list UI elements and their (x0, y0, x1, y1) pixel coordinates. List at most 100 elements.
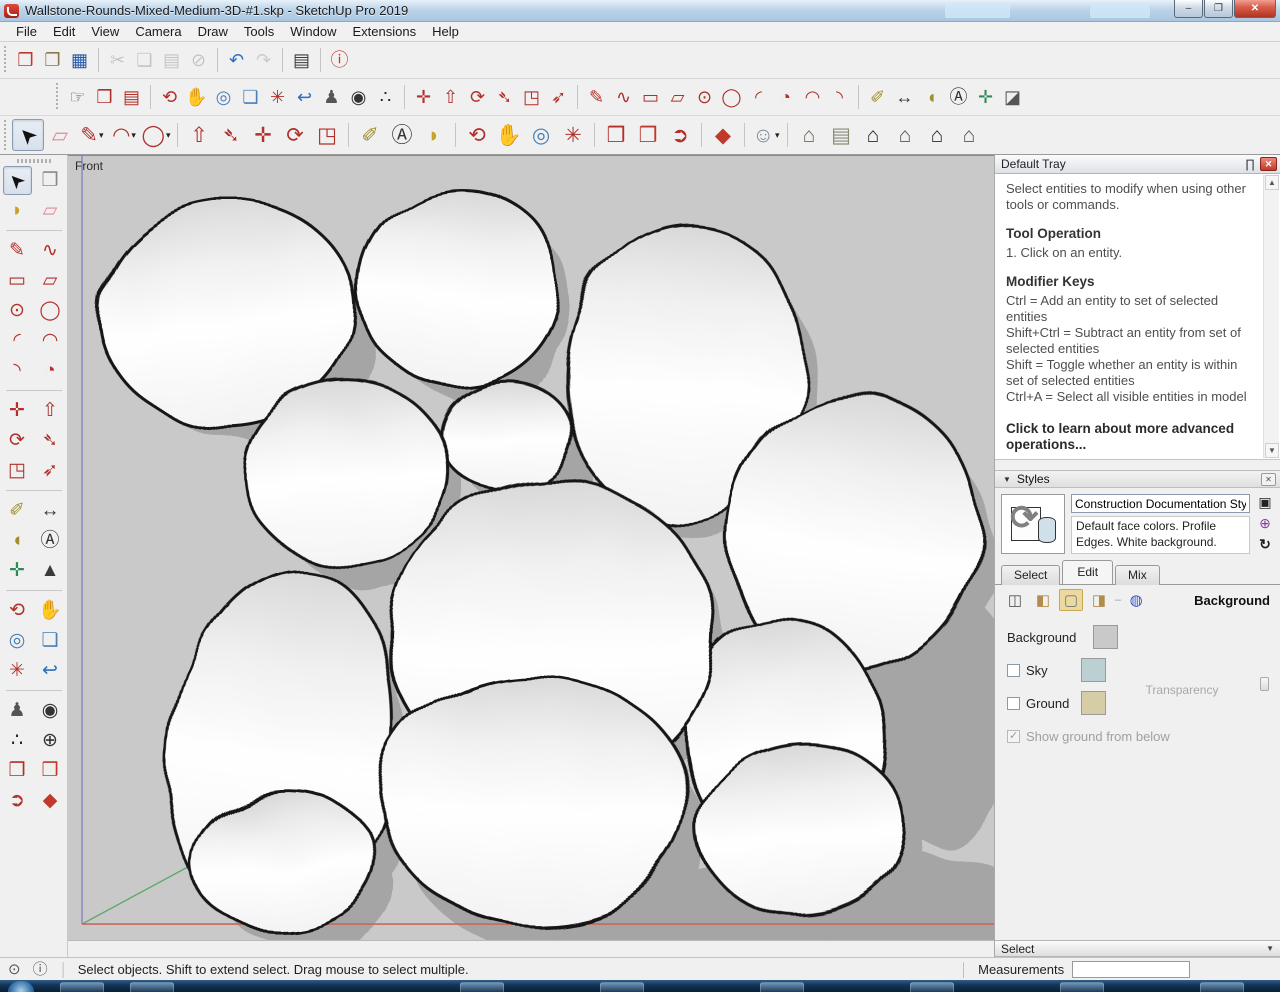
paste-icon[interactable]: ▤ (158, 47, 185, 74)
zoom-window-icon[interactable]: ❏ (36, 626, 65, 655)
extension-warehouse-icon[interactable]: ◆ (707, 119, 739, 151)
toolbar-grip[interactable] (17, 159, 51, 163)
orbit-icon[interactable]: ⟲ (156, 84, 183, 111)
styles-close-icon[interactable]: ✕ (1261, 473, 1276, 486)
eraser-icon[interactable]: ▱ (36, 196, 65, 225)
tab-mix[interactable]: Mix (1115, 565, 1160, 585)
scale-icon[interactable]: ◳ (311, 119, 343, 151)
right-view-icon[interactable]: ⌂ (953, 119, 985, 151)
follow-me-icon[interactable]: ➴ (491, 84, 518, 111)
back-view-icon[interactable]: ⌂ (889, 119, 921, 151)
move-icon[interactable]: ✛ (410, 84, 437, 111)
tape-measure-icon[interactable]: ✐ (864, 84, 891, 111)
arc-icon[interactable]: ◜ (3, 326, 32, 355)
print-icon[interactable]: ▤ (288, 47, 315, 74)
edge-settings-icon[interactable]: ◫ (1003, 589, 1027, 611)
move-icon[interactable]: ✛ (3, 396, 32, 425)
menu-edit[interactable]: Edit (45, 22, 83, 41)
freehand-icon[interactable]: ∿ (36, 236, 65, 265)
ground-checkbox[interactable] (1007, 697, 1020, 710)
zoom-extents-icon[interactable]: ✳ (264, 84, 291, 111)
tape-measure-icon[interactable]: ✐ (3, 496, 32, 525)
3d-warehouse-icon[interactable]: ❒ (3, 756, 32, 785)
push-pull-icon[interactable]: ⇧ (183, 119, 215, 151)
polygon-icon[interactable]: ◯ (718, 84, 745, 111)
share-component-icon[interactable]: ➲ (664, 119, 696, 151)
select-tool-button[interactable]: ➤ (3, 166, 32, 195)
look-around-icon[interactable]: ◉ (36, 696, 65, 725)
modeling-settings-icon[interactable]: ◍ (1124, 589, 1148, 611)
menu-file[interactable]: File (8, 22, 45, 41)
move-icon[interactable]: ✛ (247, 119, 279, 151)
text-icon[interactable]: Ⓐ (36, 526, 65, 555)
menu-help[interactable]: Help (424, 22, 467, 41)
follow-me-icon[interactable]: ➴ (215, 119, 247, 151)
offset-icon[interactable]: ➶ (545, 84, 572, 111)
taskbar-app-icon[interactable] (460, 982, 504, 992)
zoom-window-icon[interactable]: ❏ (237, 84, 264, 111)
three-point-arc-icon[interactable]: ◝ (826, 84, 853, 111)
redo-icon[interactable]: ↷ (250, 47, 277, 74)
pan-icon[interactable]: ✋ (183, 84, 210, 111)
zoom-extents-icon[interactable]: ✳ (557, 119, 589, 151)
3d-text-icon[interactable]: ▲ (36, 556, 65, 585)
windows-taskbar[interactable] (0, 980, 1280, 992)
sky-checkbox[interactable] (1007, 664, 1020, 677)
orbit-icon[interactable]: ⟲ (3, 596, 32, 625)
measurements-input[interactable] (1072, 961, 1190, 978)
select-tool-icon[interactable]: ☞ (64, 84, 91, 111)
create-new-style-icon[interactable]: ⊕ (1259, 516, 1271, 530)
pin-icon[interactable]: ∏ (1240, 157, 1260, 171)
rotated-rectangle-icon[interactable]: ▱ (36, 266, 65, 295)
pan-icon[interactable]: ✋ (36, 596, 65, 625)
eraser-icon[interactable]: ▱ (44, 119, 76, 151)
collapse-triangle-icon[interactable]: ▼ (1003, 475, 1011, 484)
new-icon[interactable]: ❒ (12, 47, 39, 74)
text-icon[interactable]: Ⓐ (386, 119, 418, 151)
position-camera-icon[interactable]: ♟ (318, 84, 345, 111)
dropdown-arrow-icon[interactable]: ▾ (99, 130, 104, 141)
scale-icon[interactable]: ◳ (518, 84, 545, 111)
line-icon[interactable]: ✎ (3, 236, 32, 265)
tape-measure-icon[interactable]: ✐ (354, 119, 386, 151)
front-view-icon[interactable]: ⌂ (857, 119, 889, 151)
zoom-icon[interactable]: ◎ (3, 626, 32, 655)
style-description[interactable]: Default face colors. Profile Edges. Whit… (1071, 516, 1250, 554)
tray-close-icon[interactable]: ✕ (1260, 157, 1277, 171)
wall-stones[interactable] (88, 178, 994, 940)
taskbar-app-icon[interactable] (1060, 982, 1104, 992)
scroll-down-icon[interactable]: ▼ (1265, 443, 1279, 458)
style-thumbnail[interactable]: ⟳ (1001, 494, 1065, 554)
background-color-swatch[interactable] (1093, 625, 1118, 649)
menu-extensions[interactable]: Extensions (345, 22, 425, 41)
model-info-icon[interactable]: ⓘ (326, 47, 353, 74)
scale-icon[interactable]: ◳ (3, 456, 32, 485)
follow-me-icon[interactable]: ➴ (36, 426, 65, 455)
menu-view[interactable]: View (83, 22, 127, 41)
sky-color-swatch[interactable] (1081, 658, 1106, 682)
erase-icon[interactable]: ⊘ (185, 47, 212, 74)
close-button[interactable]: ✕ (1234, 0, 1276, 18)
toolbar-grip[interactable] (3, 46, 8, 74)
paint-bucket-icon[interactable]: ◗ (418, 119, 450, 151)
slider-thumb[interactable] (1260, 677, 1269, 691)
polygon-icon[interactable]: ◯ (36, 296, 65, 325)
3d-warehouse-icon[interactable]: ❒ (600, 119, 632, 151)
menu-window[interactable]: Window (282, 22, 344, 41)
toolbar-grip[interactable] (3, 120, 8, 150)
walk-icon[interactable]: ∴ (3, 726, 32, 755)
model-viewport[interactable]: Front (68, 155, 994, 940)
share-component-icon[interactable]: ➲ (3, 786, 32, 815)
zoom-icon[interactable]: ◎ (210, 84, 237, 111)
menu-camera[interactable]: Camera (127, 22, 189, 41)
pie-icon[interactable]: ◔ (772, 84, 799, 111)
rotated-rectangle-icon[interactable]: ▱ (664, 84, 691, 111)
axes-icon[interactable]: ✛ (3, 556, 32, 585)
position-camera-icon[interactable]: ♟ (3, 696, 32, 725)
pie-icon[interactable]: ◔ (36, 356, 65, 385)
component-options-icon[interactable]: ▤ (118, 84, 145, 111)
face-settings-icon[interactable]: ◧ (1031, 589, 1055, 611)
rectangle-icon[interactable]: ▭ (637, 84, 664, 111)
look-around-icon[interactable]: ◉ (345, 84, 372, 111)
scroll-up-icon[interactable]: ▲ (1265, 175, 1279, 190)
